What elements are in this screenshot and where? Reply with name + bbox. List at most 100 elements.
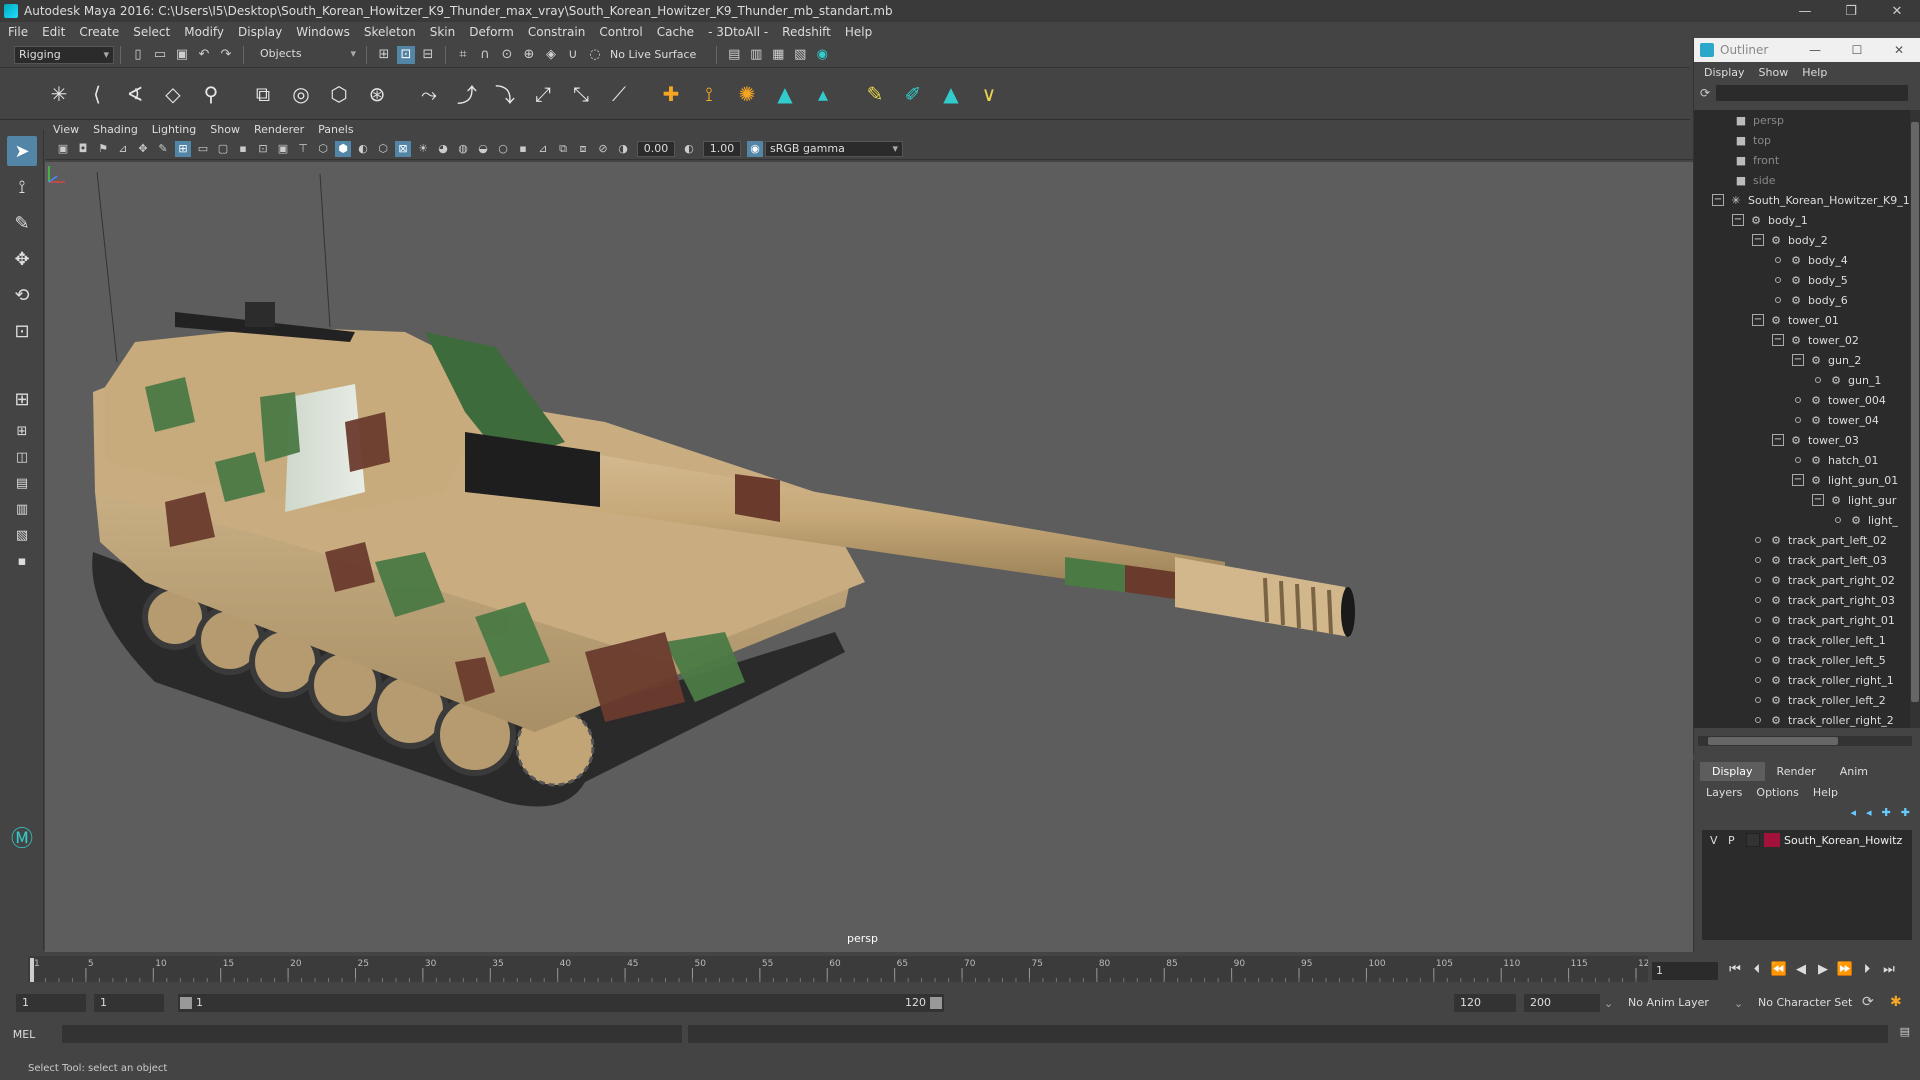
outliner-item[interactable]: ⚙ track_roller_left_5 <box>1694 650 1911 670</box>
script-language-label[interactable]: MEL <box>0 1028 48 1041</box>
outliner-menu-help[interactable]: Help <box>1802 66 1827 79</box>
menu-3dtoall[interactable]: - 3DtoAll - <box>708 25 768 39</box>
textured-icon[interactable]: ⊠ <box>395 140 411 157</box>
outliner-item[interactable]: ⚙ body_4 <box>1694 250 1911 270</box>
bookmark-icon[interactable]: ⚑ <box>95 141 111 157</box>
time-ruler[interactable]: 1 5 10 15 20 25 30 35 40 45 50 55 60 65 70 75 80 85 90 95 10… <box>28 952 1648 986</box>
outliner-item[interactable]: ⚙ track_part_left_03 <box>1694 550 1911 570</box>
animation-start-field[interactable]: 1 <box>16 994 86 1012</box>
safe-action-icon[interactable]: ▣ <box>275 141 291 157</box>
shadows-icon[interactable]: ◕ <box>435 141 451 157</box>
current-time-marker[interactable] <box>30 958 34 982</box>
menu-cache[interactable]: Cache <box>657 25 694 39</box>
film-gate-icon[interactable]: ▭ <box>195 141 211 157</box>
aim-constraint-icon[interactable]: ⤴ <box>452 79 482 109</box>
paint-select-icon[interactable]: ✎ <box>7 208 37 238</box>
menu-select[interactable]: Select <box>133 25 170 39</box>
persp-graph-layout-icon[interactable]: ▤ <box>7 472 37 494</box>
chevron-down-icon[interactable]: ⌄ <box>1604 997 1613 1010</box>
move-layer-up-icon[interactable]: ◂ <box>1851 806 1857 819</box>
render-view-icon[interactable]: ▤ <box>725 46 743 64</box>
outliner-item[interactable]: − ⚙ body_2 <box>1694 230 1911 250</box>
menu-display[interactable]: Display <box>238 25 282 39</box>
outliner-item[interactable]: ■ top <box>1694 130 1911 150</box>
outliner-item[interactable]: − ⚙ light_gun_01 <box>1694 470 1911 490</box>
tab-render[interactable]: Render <box>1765 762 1828 781</box>
exposure-field[interactable]: 0.00 <box>637 140 675 157</box>
outliner-item[interactable]: ⚙ tower_004 <box>1694 390 1911 410</box>
move-layer-down-icon[interactable]: ◂ <box>1866 806 1872 819</box>
collapse-toggle-icon[interactable]: − <box>1712 194 1724 206</box>
select-component-icon[interactable]: ⊟ <box>419 46 437 64</box>
bind-skin-icon[interactable]: ⧉ <box>248 79 278 109</box>
command-input[interactable] <box>62 1025 682 1043</box>
ipr-render-icon[interactable]: ▦ <box>769 46 787 64</box>
persp-outliner-layout-icon[interactable]: ▥ <box>7 498 37 520</box>
refresh-icon[interactable]: ⟳ <box>1700 86 1710 100</box>
current-frame-field[interactable]: 1 <box>1652 962 1718 980</box>
locator-icon[interactable]: ✚ <box>656 79 686 109</box>
layer-visibility-toggle[interactable]: V <box>1710 834 1728 847</box>
color-management-icon[interactable]: ◉ <box>747 140 763 157</box>
2d-pan-zoom-icon[interactable]: ✥ <box>135 141 151 157</box>
mirror-joint-icon[interactable]: ⚲ <box>196 79 226 109</box>
panel-menu-shading[interactable]: Shading <box>93 123 138 136</box>
panel-menu-renderer[interactable]: Renderer <box>254 123 304 136</box>
move-tool-icon[interactable]: ✥ <box>7 244 37 274</box>
persp-uv-layout-icon[interactable]: ▧ <box>7 524 37 546</box>
ik-handle-icon[interactable]: ⟨ <box>82 79 112 109</box>
outliner-item[interactable]: ⚙ track_roller_left_1 <box>1694 630 1911 650</box>
outliner-minimize-button[interactable]: — <box>1794 43 1836 57</box>
joint-tool-icon[interactable]: ✳ <box>44 79 74 109</box>
outliner-item[interactable]: − ⚙ gun_2 <box>1694 350 1911 370</box>
snap-view-plane-icon[interactable]: ⊕ <box>520 46 538 64</box>
outliner-item[interactable]: ⚙ hatch_01 <box>1694 450 1911 470</box>
outliner-close-button[interactable]: ✕ <box>1878 43 1920 57</box>
use-all-lights-icon[interactable]: ☀ <box>415 141 431 157</box>
range-slider[interactable]: 1 120 <box>178 994 944 1012</box>
hik-icon[interactable]: ✺ <box>732 79 762 109</box>
snap-curve-icon[interactable]: ∩ <box>476 46 494 64</box>
3d-viewport[interactable]: persp <box>45 162 1693 952</box>
collapse-toggle-icon[interactable]: − <box>1772 334 1784 346</box>
cluster-icon[interactable]: ⊛ <box>362 79 392 109</box>
menu-redshift[interactable]: Redshift <box>782 25 831 39</box>
menu-help[interactable]: Help <box>845 25 872 39</box>
menu-deform[interactable]: Deform <box>469 25 514 39</box>
layer-menu-options[interactable]: Options <box>1756 786 1798 799</box>
preferences-icon[interactable]: ✱ <box>1890 994 1902 1010</box>
outliner-item[interactable]: ⚙ track_roller_right_2 <box>1694 710 1911 728</box>
collapse-toggle-icon[interactable]: − <box>1752 234 1764 246</box>
lattice-icon[interactable]: ⬡ <box>324 79 354 109</box>
outliner-vertical-scrollbar[interactable] <box>1910 110 1920 728</box>
layer-playback-toggle[interactable]: P <box>1728 834 1746 847</box>
collapse-toggle-icon[interactable]: − <box>1732 214 1744 226</box>
new-layer-from-selected-icon[interactable]: ✚ <box>1901 806 1910 819</box>
menu-constrain[interactable]: Constrain <box>528 25 586 39</box>
render-frame-icon[interactable]: ▥ <box>747 46 765 64</box>
outliner-menu-show[interactable]: Show <box>1759 66 1789 79</box>
auto-key-icon[interactable]: ⟳ <box>1862 994 1874 1010</box>
redo-icon[interactable]: ↷ <box>217 46 235 64</box>
outliner-item[interactable]: ■ side <box>1694 170 1911 190</box>
playback-start-field[interactable]: 1 <box>94 994 164 1012</box>
exposure-icon[interactable]: ◑ <box>615 141 631 157</box>
gamma-field[interactable]: 1.00 <box>703 140 741 157</box>
live-surface-icon[interactable]: ◌ <box>586 46 604 64</box>
time-slider[interactable]: 1 5 10 15 20 25 30 35 40 45 50 55 60 65 70 75 80 85 90 95 10… <box>0 952 1920 986</box>
step-forward-frame-icon[interactable]: ⏵ <box>1856 962 1878 977</box>
orient-constraint-icon[interactable]: ⤵ <box>490 79 520 109</box>
outliner-search-input[interactable] <box>1716 85 1909 101</box>
image-plane-icon[interactable]: ⊿ <box>115 141 131 157</box>
outliner-item[interactable]: − ⚙ tower_01 <box>1694 310 1911 330</box>
paint-weights-icon[interactable]: ✎ <box>860 79 890 109</box>
layer-color-swatch[interactable] <box>1764 833 1780 847</box>
select-object-icon[interactable]: ⊡ <box>397 45 415 64</box>
tab-anim[interactable]: Anim <box>1828 762 1880 781</box>
outliner-item[interactable]: ⚙ track_part_right_02 <box>1694 570 1911 590</box>
render-settings-icon[interactable]: ▧ <box>791 46 809 64</box>
menu-edit[interactable]: Edit <box>42 25 65 39</box>
chevron-down-icon[interactable]: ⌄ <box>1734 997 1743 1010</box>
custom-layout-icon[interactable]: ▪ <box>7 550 37 572</box>
save-scene-icon[interactable]: ▣ <box>173 46 191 64</box>
